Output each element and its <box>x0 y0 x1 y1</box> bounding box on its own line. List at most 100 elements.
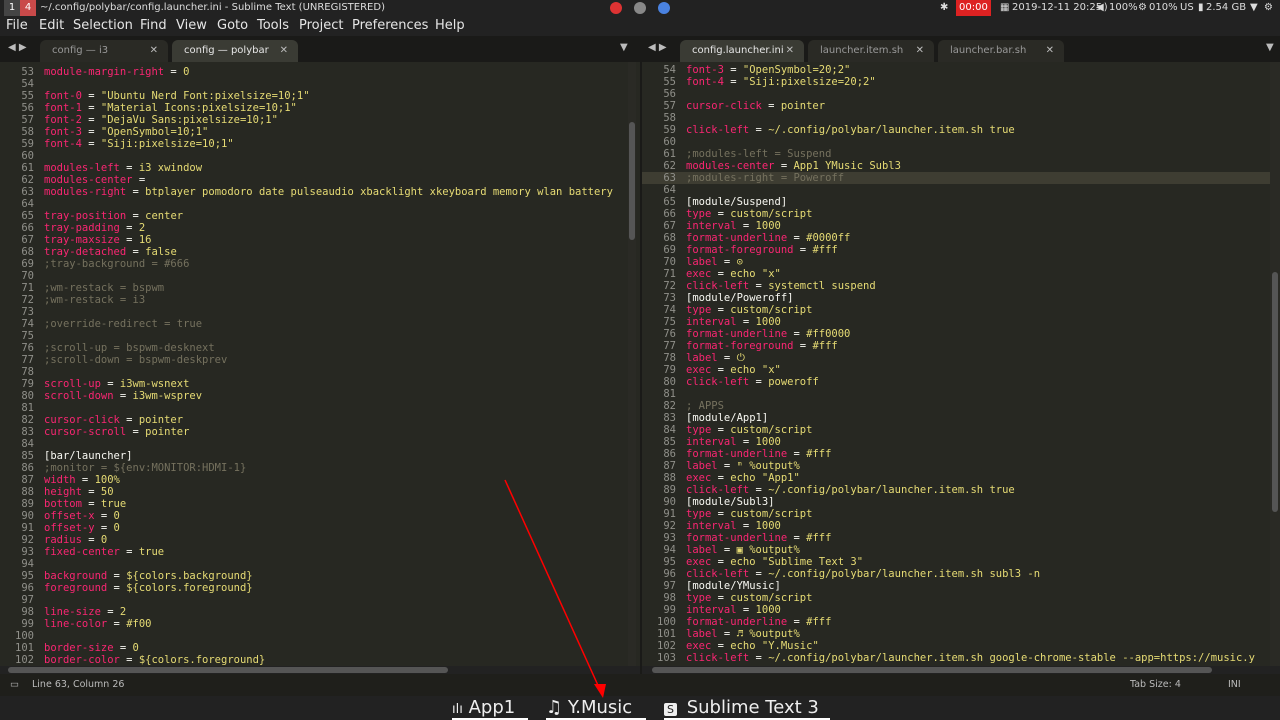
code-line[interactable]: 75 interval = 1000 <box>642 316 1270 328</box>
code-line[interactable]: 103 click-left = ~/.config/polybar/launch… <box>642 652 1270 664</box>
code-line[interactable]: 56 font-1 = "Material Icons:pixelsize=10;… <box>0 102 628 114</box>
code-line[interactable]: 83 cursor-scroll = pointer <box>0 426 628 438</box>
code-line[interactable]: 90 [module/Subl3] <box>642 496 1270 508</box>
code-line[interactable]: 71 exec = echo "x" <box>642 268 1270 280</box>
menu-find[interactable]: Find <box>140 16 167 36</box>
tab-launcher-bar-sh[interactable]: launcher.bar.sh ✕ <box>938 40 1064 62</box>
panel-toggle-icon[interactable]: ▭ <box>10 674 19 696</box>
code-line[interactable]: 80 scroll-down = i3wm-wsprev <box>0 390 628 402</box>
code-line[interactable]: 81 <box>642 388 1270 400</box>
code-line[interactable]: 56 <box>642 88 1270 100</box>
code-line[interactable]: 83 [module/App1] <box>642 412 1270 424</box>
bluetooth-icon[interactable]: ✱ <box>940 0 948 16</box>
code-line[interactable]: 66 type = custom/script <box>642 208 1270 220</box>
code-line[interactable]: 73 <box>0 306 628 318</box>
menu-file[interactable]: File <box>6 16 28 36</box>
code-line[interactable]: 86 format-underline = #fff <box>642 448 1270 460</box>
volume-icon[interactable]: ◀) <box>1096 0 1108 16</box>
syntax-mode[interactable]: INI <box>1228 674 1241 696</box>
code-line[interactable]: 69 ;tray-background = #666 <box>0 258 628 270</box>
code-line[interactable]: 100 format-underline = #fff <box>642 616 1270 628</box>
code-line[interactable]: 73 [module/Poweroff] <box>642 292 1270 304</box>
scrollbar-thumb[interactable] <box>1272 272 1278 512</box>
code-line[interactable]: 92 interval = 1000 <box>642 520 1270 532</box>
code-line[interactable]: 77 format-foreground = #fff <box>642 340 1270 352</box>
code-line[interactable]: 81 <box>0 402 628 414</box>
code-line[interactable]: 61 ;modules-left = Suspend <box>642 148 1270 160</box>
code-line[interactable]: 75 <box>0 330 628 342</box>
tab-scroll-arrows-icon[interactable]: ◀ ▶ <box>648 42 667 53</box>
code-line[interactable]: 87 label = ᵐ %output% <box>642 460 1270 472</box>
tray-icon[interactable] <box>634 2 646 14</box>
code-line[interactable]: 102 exec = echo "Y.Music" <box>642 640 1270 652</box>
code-line[interactable]: 101 label = ♬ %output% <box>642 628 1270 640</box>
code-line[interactable]: 95 background = ${colors.background} <box>0 570 628 582</box>
close-icon[interactable]: ✕ <box>1046 40 1054 62</box>
code-line[interactable]: 63 modules-right = btplayer pomodoro date… <box>0 186 628 198</box>
code-line[interactable]: 82 ; APPS <box>642 400 1270 412</box>
code-line[interactable]: 79 scroll-up = i3wm-wsnext <box>0 378 628 390</box>
code-line[interactable]: 62 modules-center = App1 YMusic Subl3 <box>642 160 1270 172</box>
code-line[interactable]: 78 <box>0 366 628 378</box>
code-line[interactable]: 79 exec = echo "x" <box>642 364 1270 376</box>
code-line[interactable]: 100 <box>0 630 628 642</box>
code-line[interactable]: 102 border-color = ${colors.foreground} <box>0 654 628 666</box>
code-line[interactable]: 57 cursor-click = pointer <box>642 100 1270 112</box>
code-line[interactable]: 53 module-margin-right = 0 <box>0 66 628 78</box>
code-line[interactable]: 68 tray-detached = false <box>0 246 628 258</box>
code-line[interactable]: 60 <box>642 136 1270 148</box>
close-icon[interactable]: ✕ <box>150 40 158 62</box>
code-line[interactable]: 86 ;monitor = ${env:MONITOR:HDMI-1} <box>0 462 628 474</box>
recorder-timer[interactable]: 00:00 <box>956 0 991 16</box>
close-icon[interactable]: ✕ <box>786 40 794 62</box>
code-line[interactable]: 54 font-3 = "OpenSymbol=20;2" <box>642 64 1270 76</box>
menu-goto[interactable]: Goto <box>217 16 248 36</box>
close-icon[interactable]: ✕ <box>916 40 924 62</box>
code-line[interactable]: 98 line-size = 2 <box>0 606 628 618</box>
launcher-ymusic[interactable]: ♫ Y.Music <box>546 696 646 720</box>
code-line[interactable]: 64 <box>0 198 628 210</box>
scrollbar-thumb[interactable] <box>8 667 448 673</box>
code-line[interactable]: 62 modules-center = <box>0 174 628 186</box>
code-line[interactable]: 88 exec = echo "App1" <box>642 472 1270 484</box>
gmail-tray-icon[interactable] <box>610 2 622 14</box>
left-vertical-scrollbar[interactable] <box>628 62 636 666</box>
code-line[interactable]: 97 <box>0 594 628 606</box>
code-line[interactable]: 77 ;scroll-down = bspwm-deskprev <box>0 354 628 366</box>
code-line[interactable]: 99 interval = 1000 <box>642 604 1270 616</box>
code-line[interactable]: 96 click-left = ~/.config/polybar/launche… <box>642 568 1270 580</box>
tab-config-polybar[interactable]: config — polybar ✕ <box>172 40 298 62</box>
code-line[interactable]: 84 type = custom/script <box>642 424 1270 436</box>
code-line[interactable]: 89 bottom = true <box>0 498 628 510</box>
code-line[interactable]: 58 font-3 = "OpenSymbol=10;1" <box>0 126 628 138</box>
code-line[interactable]: 55 font-0 = "Ubuntu Nerd Font:pixelsize=1… <box>0 90 628 102</box>
tab-config-i3[interactable]: config — i3 ✕ <box>40 40 168 62</box>
code-line[interactable]: 78 label = ⏻ <box>642 352 1270 364</box>
code-line[interactable]: 82 cursor-click = pointer <box>0 414 628 426</box>
code-line[interactable]: 95 exec = echo "Sublime Text 3" <box>642 556 1270 568</box>
code-line[interactable]: 93 format-underline = #fff <box>642 532 1270 544</box>
code-line[interactable]: 72 ;wm-restack = i3 <box>0 294 628 306</box>
code-line[interactable]: 66 tray-padding = 2 <box>0 222 628 234</box>
code-line[interactable]: 64 <box>642 184 1270 196</box>
scrollbar-thumb[interactable] <box>652 667 1212 673</box>
tab-launcher-item-sh[interactable]: launcher.item.sh ✕ <box>808 40 934 62</box>
code-line[interactable]: 89 click-left = ~/.config/polybar/launche… <box>642 484 1270 496</box>
code-line[interactable]: 59 click-left = ~/.config/polybar/launche… <box>642 124 1270 136</box>
tab-config-launcher-ini[interactable]: config.launcher.ini ✕ <box>680 40 804 62</box>
tab-scroll-arrows-icon[interactable]: ◀ ▶ <box>8 42 27 53</box>
code-line[interactable]: 99 line-color = #f00 <box>0 618 628 630</box>
scrollbar-thumb[interactable] <box>629 122 635 240</box>
code-line[interactable]: 97 [module/YMusic] <box>642 580 1270 592</box>
code-line[interactable]: 60 <box>0 150 628 162</box>
code-line[interactable]: 58 <box>642 112 1270 124</box>
code-line[interactable]: 59 font-4 = "Siji:pixelsize=10;1" <box>0 138 628 150</box>
code-line[interactable]: 76 format-underline = #ff0000 <box>642 328 1270 340</box>
code-line[interactable]: 96 foreground = ${colors.foreground} <box>0 582 628 594</box>
left-editor-pane[interactable]: 53 module-margin-right = 0 54 55 font-0 = "U… <box>0 62 628 666</box>
menu-help[interactable]: Help <box>435 16 465 36</box>
workspace-4[interactable]: 4 <box>20 0 36 16</box>
code-line[interactable]: 68 format-underline = #0000ff <box>642 232 1270 244</box>
code-line[interactable]: 57 font-2 = "DejaVu Sans:pixelsize=10;1" <box>0 114 628 126</box>
workspace-1[interactable]: 1 <box>4 0 20 16</box>
